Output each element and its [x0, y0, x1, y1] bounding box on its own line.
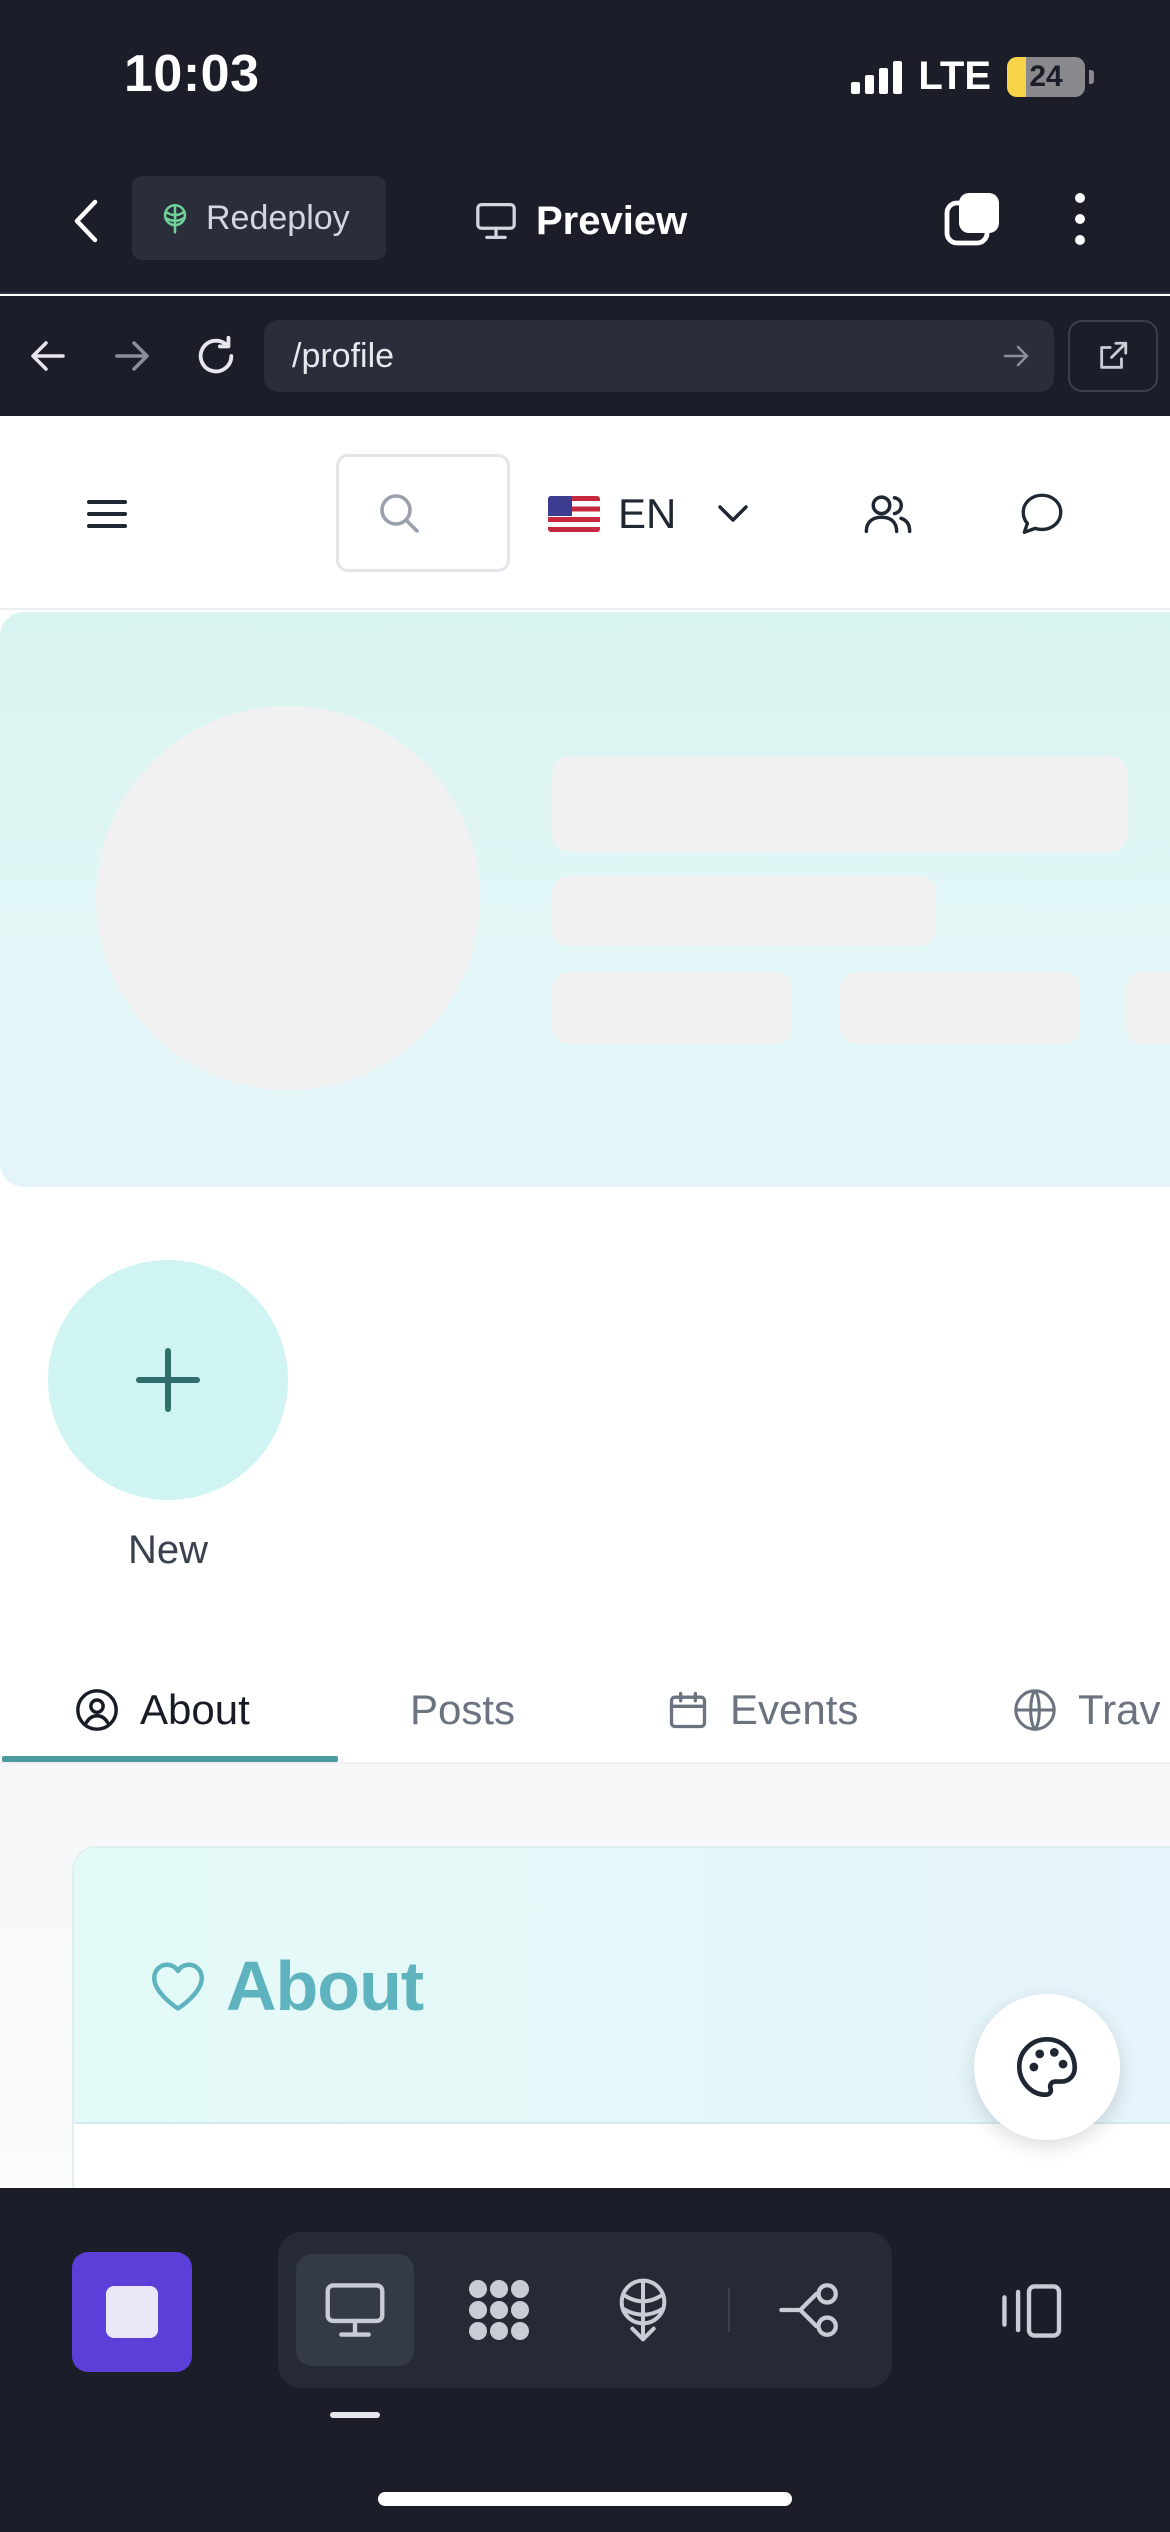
- chat-bubble-icon: [1021, 493, 1063, 534]
- profile-tabs: About Posts Events Trav: [0, 1660, 1170, 1764]
- more-options-button[interactable]: [1050, 184, 1110, 254]
- menu-button[interactable]: [74, 486, 140, 542]
- tab-label: About: [140, 1686, 250, 1733]
- tab-label: Events: [730, 1686, 859, 1733]
- tabs-switcher-button[interactable]: [938, 184, 1008, 254]
- grid-blobs-icon: [469, 2280, 529, 2340]
- active-tab-indicator: [2, 1756, 338, 1762]
- stat-skeleton: [1126, 972, 1170, 1044]
- app-bar: Redeploy Preview: [0, 150, 1170, 294]
- battery-icon: 24: [1007, 56, 1085, 97]
- new-story-button[interactable]: [48, 1260, 288, 1500]
- status-time: 10:03: [124, 45, 260, 103]
- search-icon: [380, 494, 419, 533]
- reload-button[interactable]: [186, 326, 246, 386]
- chevron-left-icon: [74, 199, 98, 243]
- language-code: EN: [618, 490, 677, 537]
- device-frame-icon: [1002, 2284, 1062, 2338]
- tab-travel[interactable]: Trav: [1012, 1660, 1160, 1760]
- avatar-skeleton: [96, 706, 480, 1090]
- language-selector[interactable]: EN: [548, 476, 750, 552]
- git-branch-icon: [779, 2283, 838, 2337]
- status-bar: 10:03 LTE 24: [0, 0, 1170, 150]
- redeploy-label: Redeploy: [206, 198, 350, 237]
- stop-icon: [106, 2286, 158, 2338]
- name-skeleton: [552, 756, 1128, 852]
- battery-level: 24: [1029, 59, 1063, 93]
- plus-icon: [136, 1348, 200, 1412]
- arrow-right-icon: [1003, 345, 1029, 367]
- workflow-view-button[interactable]: [752, 2254, 870, 2366]
- url-path: /profile: [292, 336, 395, 375]
- stat-skeleton: [840, 972, 1080, 1044]
- preview-title[interactable]: Preview: [474, 186, 687, 256]
- stat-skeleton: [552, 972, 792, 1044]
- tab-label: Posts: [410, 1686, 516, 1733]
- preview-label: Preview: [536, 198, 688, 243]
- status-indicators: LTE 24: [851, 54, 1094, 99]
- tab-label: Trav: [1078, 1686, 1161, 1733]
- external-link-icon: [1100, 341, 1128, 369]
- deploy-view-button[interactable]: [584, 2254, 702, 2366]
- bottom-toolbar: [0, 2188, 1170, 2532]
- device-toggle-button[interactable]: [984, 2266, 1074, 2356]
- network-type: LTE: [918, 54, 991, 98]
- browser-forward-button[interactable]: [102, 326, 162, 386]
- palette-icon: [1016, 2036, 1078, 2098]
- preview-view-button[interactable]: [296, 2254, 414, 2366]
- globe-icon: [1014, 1689, 1056, 1732]
- canvas-view-button[interactable]: [440, 2254, 558, 2366]
- url-input[interactable]: /profile: [264, 320, 1054, 392]
- search-input[interactable]: [336, 454, 510, 572]
- monitor-icon: [476, 202, 516, 239]
- redeploy-icon: [163, 203, 187, 234]
- home-indicator[interactable]: [378, 2492, 792, 2506]
- reload-icon: [198, 335, 234, 374]
- calendar-icon: [669, 1691, 707, 1729]
- arrow-left-icon: [31, 341, 65, 371]
- arrow-right-icon: [115, 341, 149, 371]
- friends-button[interactable]: [858, 484, 918, 544]
- heart-icon: [152, 1962, 204, 2011]
- monitor-icon: [325, 2283, 385, 2337]
- redeploy-button[interactable]: Redeploy: [132, 176, 386, 260]
- back-button[interactable]: [56, 186, 116, 256]
- us-flag-icon: [548, 496, 600, 532]
- cellular-signal-icon: [851, 60, 903, 94]
- subtitle-skeleton: [552, 876, 936, 946]
- hamburger-icon: [87, 500, 127, 528]
- browser-back-button[interactable]: [18, 326, 78, 386]
- user-circle-icon: [76, 1689, 118, 1731]
- site-header: EN: [0, 416, 1170, 610]
- deploy-icon: [619, 2278, 667, 2342]
- more-vertical-icon: [1075, 193, 1085, 245]
- tab-about[interactable]: About: [74, 1660, 250, 1760]
- about-heading: About: [148, 1946, 424, 2026]
- active-view-indicator: [330, 2412, 380, 2418]
- profile-hero: [0, 612, 1170, 1187]
- about-title: About: [226, 1947, 424, 2025]
- view-switcher: [278, 2232, 892, 2388]
- stop-button[interactable]: [72, 2252, 192, 2372]
- tab-posts[interactable]: Posts: [410, 1660, 515, 1760]
- open-external-button[interactable]: [1068, 320, 1158, 392]
- toolbar-divider: [728, 2288, 730, 2332]
- tab-events[interactable]: Events: [666, 1660, 858, 1760]
- messages-button[interactable]: [1012, 484, 1072, 544]
- new-story-label: New: [127, 1528, 209, 1572]
- url-go-button[interactable]: [1002, 336, 1032, 385]
- url-bar: /profile: [0, 296, 1170, 416]
- theme-palette-button[interactable]: [974, 1994, 1120, 2140]
- windows-stack-icon: [944, 193, 999, 246]
- users-icon: [864, 495, 912, 534]
- chevron-down-icon: [716, 503, 750, 525]
